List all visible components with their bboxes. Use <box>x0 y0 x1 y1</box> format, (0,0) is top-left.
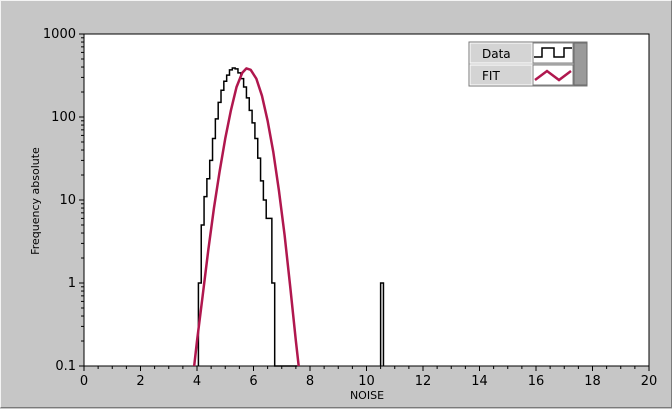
x-tick-label: 8 <box>306 374 314 389</box>
x-tick-labels: 0 2 4 6 8 10 12 14 16 18 20 <box>80 374 657 389</box>
x-tick-label: 18 <box>584 374 601 389</box>
y-tick-label: 1000 <box>43 27 76 42</box>
x-tick-label: 14 <box>471 374 488 389</box>
y-tick-label: 0.1 <box>55 359 76 374</box>
x-axis-title: NOISE <box>350 389 384 402</box>
x-tick-label: 10 <box>358 374 375 389</box>
y-axis-title: Frequency absolute <box>29 147 42 255</box>
legend: Data FIT <box>468 41 588 87</box>
y-tick-label: 10 <box>59 193 76 208</box>
y-tick-labels: 0.1 1 10 100 1000 <box>43 27 76 374</box>
legend-label-data: Data <box>482 47 511 61</box>
y-tick-label: 1 <box>68 276 76 291</box>
x-tick-label: 12 <box>415 374 432 389</box>
x-tick-label: 16 <box>528 374 545 389</box>
x-tick-label: 20 <box>641 374 658 389</box>
histogram-chart: 0 2 4 6 8 10 12 14 16 18 20 0.1 1 10 100 1000 NOISE Fr… <box>29 27 657 402</box>
y-tick-label: 100 <box>51 110 76 125</box>
x-tick-label: 6 <box>249 374 257 389</box>
x-tick-label: 2 <box>136 374 144 389</box>
legend-label-fit: FIT <box>482 69 500 83</box>
x-tick-label: 0 <box>80 374 88 389</box>
x-tick-label: 4 <box>193 374 201 389</box>
chart-panel: 0 2 4 6 8 10 12 14 16 18 20 0.1 1 10 100 1000 NOISE Fr… <box>0 0 672 408</box>
